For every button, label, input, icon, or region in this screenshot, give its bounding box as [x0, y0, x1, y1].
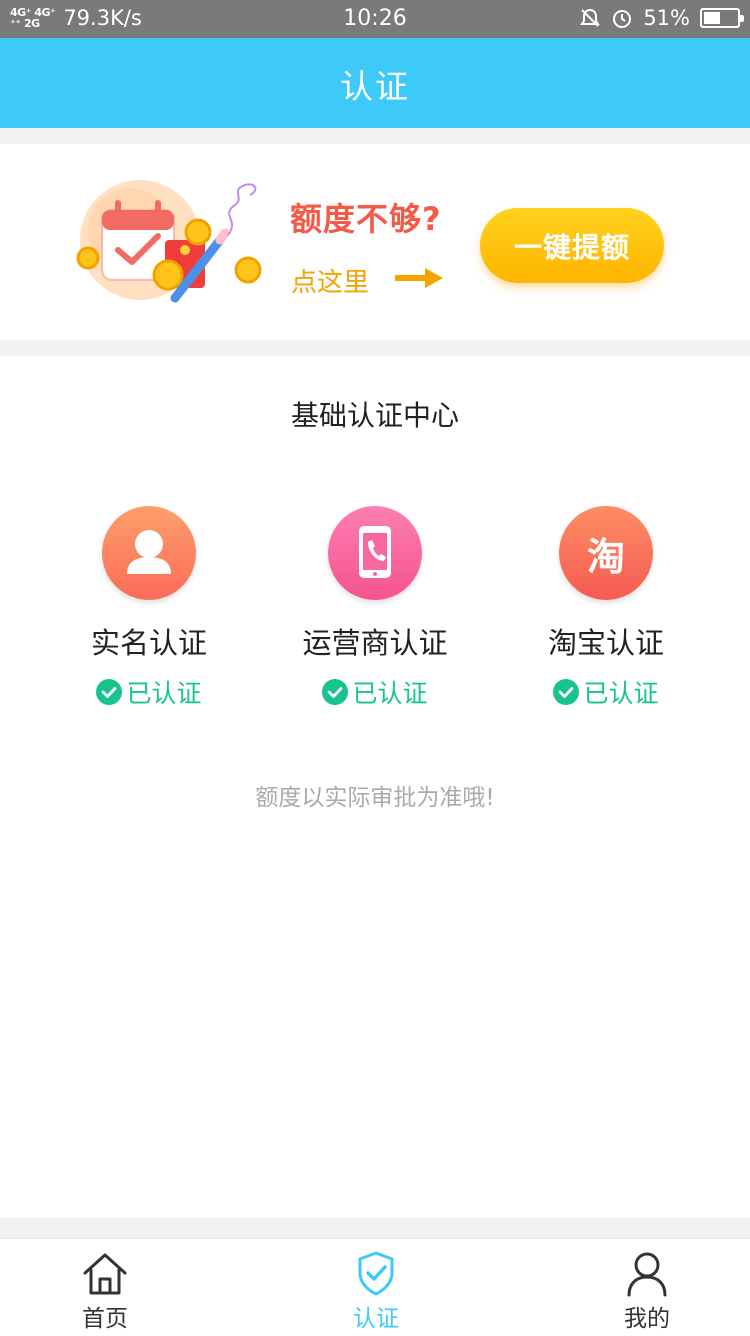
alarm-icon: [613, 10, 632, 28]
section-title: 基础认证中心: [290, 399, 459, 432]
battery-icon: [700, 8, 744, 28]
banner-question: 额度不够?: [290, 200, 442, 238]
auth-item-realname[interactable]: 实名认证 已认证: [29, 506, 269, 710]
check-circle-icon: [553, 679, 580, 705]
raise-limit-button[interactable]: 一键提额: [480, 208, 664, 283]
calendar-coins-illustration: [76, 180, 262, 303]
promo-banner[interactable]: 额度不够? 点这里 一键提额: [0, 144, 750, 340]
arrow-right-icon: [395, 268, 443, 288]
battery-fill: [704, 12, 720, 24]
taobao-icon-glyph: 淘: [586, 534, 625, 579]
status-bar: 4G⁺ 4G⁺ ⁺⁺ 2G 79.3K/s 10:26 51%: [0, 0, 750, 38]
auth-status-text: 已认证: [352, 679, 428, 708]
page-title: 认证: [340, 67, 410, 106]
user-icon: [102, 506, 196, 600]
tab-label: 我的: [624, 1306, 670, 1332]
status-right: 51%: [579, 6, 744, 30]
auth-item-label: 实名认证: [90, 626, 207, 660]
auth-item-label: 运营商认证: [302, 626, 448, 660]
auth-item-carrier[interactable]: 运营商认证 已认证: [255, 506, 495, 710]
auth-item-label: 淘宝认证: [547, 626, 664, 660]
auth-status: 已认证: [255, 674, 495, 710]
auth-item-taobao[interactable]: 淘 淘宝认证 已认证: [486, 506, 726, 710]
bell-muted-icon: [580, 8, 601, 27]
tab-label: 认证: [353, 1306, 399, 1332]
auth-status-text: 已认证: [126, 679, 202, 708]
check-circle-icon: [322, 679, 349, 705]
nav-bar: 认证: [0, 38, 750, 128]
banner-hint: 点这里: [291, 268, 370, 298]
auth-status-text: 已认证: [583, 679, 659, 708]
shield-check-icon: [358, 1251, 394, 1296]
limit-footnote: 额度以实际审批为准哦!: [255, 785, 495, 811]
tab-mine[interactable]: 我的: [587, 1249, 707, 1333]
home-icon: [83, 1253, 127, 1295]
battery-percent: 51%: [643, 6, 690, 30]
person-icon: [627, 1252, 667, 1297]
taobao-icon: 淘: [559, 506, 653, 600]
tab-bar: 首页 认证 我的: [0, 1238, 750, 1336]
tab-home[interactable]: 首页: [45, 1249, 165, 1333]
phone-icon: [328, 506, 422, 600]
tab-auth[interactable]: 认证: [316, 1249, 436, 1333]
auth-status: 已认证: [29, 674, 269, 710]
auth-status: 已认证: [486, 674, 726, 710]
check-circle-icon: [96, 679, 123, 705]
tab-label: 首页: [82, 1306, 128, 1332]
auth-center-card: 基础认证中心 实名认证 已认证 运营商认证 已认证 淘 淘宝认证 已认证 额度以…: [0, 356, 750, 1218]
